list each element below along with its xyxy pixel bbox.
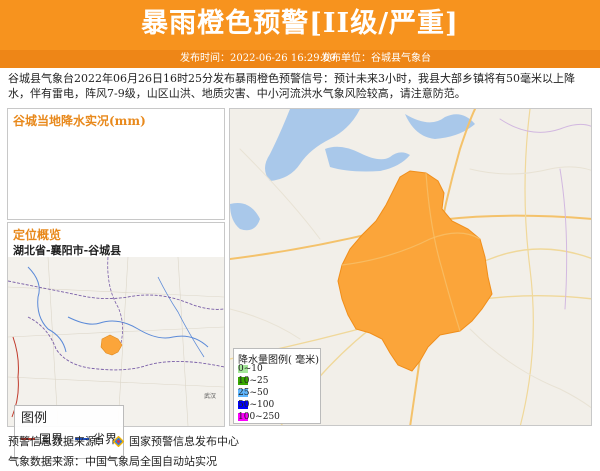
location-map-graphic: 武汉 <box>7 256 225 427</box>
warning-center-logo-icon <box>112 435 124 447</box>
warning-description: 谷城县气象台2022年06月26日16时25分发布暴雨橙色预警信号：预计未来3小… <box>8 72 575 100</box>
rainfall-legend: 降水量图例( 毫米) 0~10 10~25 25~50 50~100 100~2… <box>233 348 321 424</box>
location-map[interactable]: 武汉 图例 国界 省界 <box>7 256 225 459</box>
warning-source-line: 预警信息数据来源： 国家预警信息发布中心 <box>8 433 239 449</box>
warning-header: 暴雨橙色预警[II级/严重] <box>0 0 600 50</box>
location-panel-title: 定位概览 <box>13 228 62 242</box>
legend-title: 图例 <box>21 411 48 426</box>
rain-legend-item-1: 10~25 <box>238 376 269 386</box>
publish-unit: 发布单位：谷城县气象台 <box>321 53 431 64</box>
rain-legend-item-3: 50~100 <box>238 400 275 410</box>
warning-source-link[interactable]: 国家预警信息发布中心 <box>129 435 239 448</box>
rainfall-panel: 谷城当地降水实况(mm) <box>7 108 225 220</box>
weather-source-line: 气象数据来源：中国气象局全国自动站实况 <box>8 453 217 469</box>
location-panel: 定位概览 湖北省-襄阳市-谷城县 武汉 图例 国界 省界 <box>7 222 225 459</box>
weather-source-value: 中国气象局全国自动站实况 <box>85 455 217 468</box>
map-city-label: 武汉 <box>204 392 216 400</box>
warning-source-label: 预警信息数据来源： <box>8 435 107 448</box>
rainfall-panel-title: 谷城当地降水实况(mm) <box>13 114 146 128</box>
warning-title: 暴雨橙色预警[II级/严重] <box>141 8 459 39</box>
publish-time: 发布时间：2022-06-26 16:29:00 <box>180 53 336 64</box>
rain-legend-item-4: 100~250 <box>238 412 280 422</box>
warning-area-map[interactable]: 降水量图例( 毫米) 0~10 10~25 25~50 50~100 100~2… <box>229 108 592 426</box>
rain-legend-item-0: 0~10 <box>238 364 263 374</box>
location-path: 湖北省-襄阳市-谷城县 <box>13 244 122 257</box>
rain-legend-item-2: 25~50 <box>238 388 269 398</box>
location-map-legend: 图例 国界 省界 <box>14 405 124 459</box>
weather-source-label: 气象数据来源： <box>8 455 85 468</box>
warning-subheader: 发布时间：2022-06-26 16:29:00 发布单位：谷城县气象台 <box>0 50 600 68</box>
